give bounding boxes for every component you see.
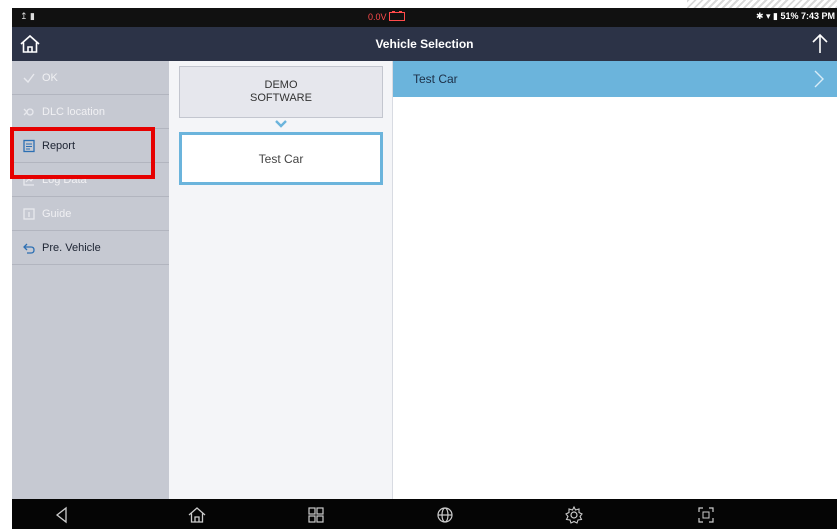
home-nav-icon[interactable] <box>187 505 207 525</box>
sidebar-item-label: Guide <box>42 207 72 220</box>
recent-apps-icon[interactable] <box>306 505 326 525</box>
status-bar: ↥ ▮ 0.0V ✱ ▾ ▮ 51% 7:43 PM <box>12 8 837 27</box>
sidebar-item-guide[interactable]: Guide <box>12 197 169 231</box>
sidebar-item-label: Pre. Vehicle <box>42 241 101 254</box>
breadcrumb-panel: DEMO SOFTWARE Test Car <box>169 61 393 499</box>
check-icon <box>23 73 35 83</box>
back-arrow-icon <box>23 243 35 254</box>
sidebar-item-dlc-location[interactable]: DLC location <box>12 95 169 129</box>
vehicle-list: Test Car <box>393 61 837 499</box>
device-frame <box>0 0 12 529</box>
list-item-label: Test Car <box>413 72 458 86</box>
hatch-decoration <box>687 0 837 8</box>
sidebar-item-label: DLC location <box>42 105 105 118</box>
screenshot-icon[interactable] <box>696 505 716 525</box>
sidebar-item-label: OK <box>42 71 58 84</box>
voltage-value: 0.0V <box>368 12 387 22</box>
status-left-icons: ↥ ▮ <box>20 11 35 21</box>
title-bar: Vehicle Selection <box>12 27 837 61</box>
highlight-annotation <box>10 127 155 179</box>
status-right: ✱ ▾ ▮ 51% 7:43 PM <box>755 11 835 21</box>
battery-icon <box>389 11 406 21</box>
voltage-indicator: 0.0V <box>368 11 406 22</box>
dlc-icon <box>23 107 34 116</box>
selected-vehicle-button[interactable]: Test Car <box>179 132 383 185</box>
sidebar-item-ok[interactable]: OK <box>12 61 169 95</box>
demo-software-button[interactable]: DEMO SOFTWARE <box>179 66 383 118</box>
list-item[interactable]: Test Car <box>393 61 837 97</box>
upload-arrow-icon[interactable] <box>809 32 831 56</box>
navigation-bar <box>12 499 837 529</box>
chevron-down-icon <box>275 120 287 128</box>
sidebar-item-pre-vehicle[interactable]: Pre. Vehicle <box>12 231 169 265</box>
page-title: Vehicle Selection <box>375 37 474 51</box>
globe-icon[interactable] <box>435 505 455 525</box>
chevron-right-icon <box>814 70 824 88</box>
back-icon[interactable] <box>52 505 72 525</box>
demo-line2: SOFTWARE <box>250 92 312 104</box>
settings-icon[interactable] <box>564 505 584 525</box>
demo-line1: DEMO <box>264 79 298 91</box>
guide-icon <box>23 207 35 220</box>
